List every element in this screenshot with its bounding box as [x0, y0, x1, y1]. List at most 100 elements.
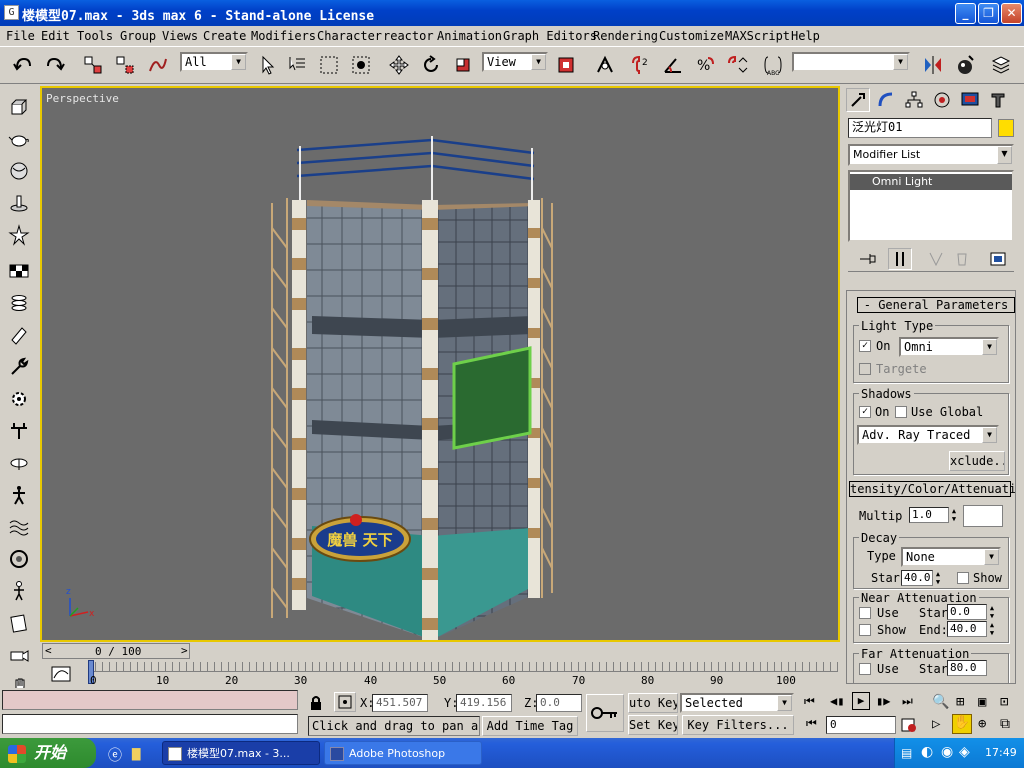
go-to-start-icon[interactable]: ⏮: [804, 694, 815, 709]
use-global-checkbox[interactable]: [895, 406, 907, 418]
rollout-scroll-area[interactable]: - General Parameters Light Type ✓ On Omn…: [846, 290, 1016, 684]
time-slider[interactable]: < 0 / 100 >: [42, 643, 190, 659]
stack-item-omni-light[interactable]: Omni Light: [850, 174, 1012, 190]
character-icon[interactable]: [6, 578, 32, 604]
teapot-icon[interactable]: [6, 126, 32, 152]
arc-rotate-icon[interactable]: ⊕: [978, 716, 986, 732]
select-by-name-icon[interactable]: [284, 52, 310, 78]
tube-icon[interactable]: [6, 322, 32, 348]
clock[interactable]: 17:49: [985, 746, 1017, 759]
play-icon[interactable]: ▶: [852, 692, 870, 710]
key-filters-button[interactable]: Key Filters...: [682, 715, 794, 735]
track-bar[interactable]: 0 10 20 30 40 50 60 70 80 90 100: [40, 660, 840, 688]
decay-show-checkbox[interactable]: [957, 572, 969, 584]
menu-character[interactable]: Character: [317, 29, 382, 43]
far-use-checkbox[interactable]: [859, 663, 871, 675]
pin-icon[interactable]: [6, 418, 32, 444]
keyboard-icon[interactable]: ▤: [901, 746, 912, 760]
unlink-selection-icon[interactable]: [112, 52, 138, 78]
quick-launch-ie-icon[interactable]: ⓔ: [108, 745, 124, 764]
near-end-spinner[interactable]: ▲ ▼: [987, 621, 997, 637]
move-icon[interactable]: [386, 52, 412, 78]
go-to-end-icon[interactable]: ⏭: [902, 694, 913, 709]
object-name-field[interactable]: 泛光灯01: [848, 118, 992, 138]
motion-tab-icon[interactable]: [930, 88, 954, 112]
mirror-icon[interactable]: [920, 52, 946, 78]
light-type-dropdown[interactable]: Omni ▼: [899, 337, 999, 357]
set-key-button[interactable]: Set Key: [628, 715, 678, 735]
pivot-center-icon[interactable]: [553, 52, 579, 78]
snap-toggle-icon[interactable]: 2: [628, 52, 654, 78]
exclude-button[interactable]: xclude...: [949, 451, 1005, 471]
checker-map-icon[interactable]: [6, 258, 32, 284]
selection-filter-dropdown[interactable]: All ▼: [180, 52, 248, 72]
angle-snap-icon[interactable]: [660, 52, 686, 78]
box-primitive-icon[interactable]: [6, 94, 32, 120]
targeted-checkbox[interactable]: [859, 363, 871, 375]
absolute-mode-icon[interactable]: [334, 692, 356, 712]
rectangular-selection-icon[interactable]: [316, 52, 342, 78]
track-ruler[interactable]: [88, 662, 838, 672]
sphere-icon[interactable]: [6, 158, 32, 184]
time-slider-next[interactable]: >: [181, 644, 188, 657]
perspective-viewport[interactable]: Perspective 魔兽 天下 z x: [40, 86, 840, 642]
menu-animation[interactable]: Animation: [437, 29, 502, 43]
manipulate-icon[interactable]: [592, 52, 618, 78]
menu-group[interactable]: Group: [120, 29, 156, 43]
taskbar-3dsmax[interactable]: 楼模型07.max - 3...: [162, 741, 320, 765]
light-icon[interactable]: [6, 190, 32, 216]
modify-tab-icon[interactable]: [874, 88, 898, 112]
multiplier-spinner[interactable]: ▲ ▼: [949, 507, 959, 523]
general-parameters-rollout[interactable]: - General Parameters: [857, 297, 1015, 313]
menu-tools[interactable]: Tools: [77, 29, 113, 43]
zoom-extents-all-icon[interactable]: ⊡: [1000, 694, 1008, 710]
auto-key-button[interactable]: uto Key: [628, 693, 678, 713]
quick-launch-folder-icon[interactable]: ▆: [132, 745, 148, 761]
object-color-swatch[interactable]: [998, 119, 1014, 137]
select-object-icon[interactable]: [254, 52, 280, 78]
y-coord-field[interactable]: 419.156: [456, 694, 512, 712]
scale-icon[interactable]: [450, 52, 476, 78]
current-frame-field[interactable]: 0: [826, 716, 896, 734]
wrench-icon[interactable]: [6, 354, 32, 380]
create-tab-icon[interactable]: [846, 88, 870, 112]
configure-modifier-sets-icon[interactable]: [988, 250, 1008, 268]
network-icon[interactable]: ◐: [921, 744, 933, 760]
light-on-checkbox[interactable]: ✓: [859, 340, 871, 352]
maximize-button[interactable]: ❐: [978, 3, 999, 24]
remove-modifier-icon[interactable]: [952, 250, 972, 268]
x-coord-field[interactable]: 451.507: [372, 694, 428, 712]
menu-create[interactable]: Create: [203, 29, 246, 43]
redo-icon[interactable]: [42, 52, 68, 78]
undo-icon[interactable]: [10, 52, 36, 78]
menu-file[interactable]: File: [6, 29, 35, 43]
zoom-extents-icon[interactable]: ▣: [978, 694, 986, 710]
near-use-checkbox[interactable]: [859, 607, 871, 619]
utilities-tab-icon[interactable]: [986, 88, 1010, 112]
minimize-button[interactable]: _: [955, 3, 976, 24]
render-icon[interactable]: [6, 610, 32, 636]
pin-stack-icon[interactable]: [858, 250, 878, 268]
previous-frame-icon[interactable]: ◀▮: [830, 694, 844, 708]
key-selection-dropdown[interactable]: Selected ▼: [680, 693, 794, 713]
next-frame-icon[interactable]: ▮▶: [876, 694, 890, 708]
time-config-icon[interactable]: [900, 716, 918, 734]
menu-help[interactable]: Help: [791, 29, 820, 43]
select-and-link-icon[interactable]: [80, 52, 106, 78]
modifier-list-dropdown[interactable]: Modifier List ▼: [848, 144, 1014, 166]
menu-modifiers[interactable]: Modifiers: [251, 29, 316, 43]
add-time-tag-button[interactable]: Add Time Tag: [482, 716, 578, 736]
menu-graph-editors[interactable]: Graph Editors: [503, 29, 597, 43]
layers-icon[interactable]: [988, 52, 1014, 78]
set-key-icon[interactable]: [586, 694, 624, 732]
curve-editor-icon[interactable]: [50, 664, 72, 684]
window-crossing-icon[interactable]: [348, 52, 374, 78]
zoom-icon[interactable]: 🔍: [932, 694, 949, 710]
z-coord-field[interactable]: 0.0: [536, 694, 582, 712]
named-selection-dropdown[interactable]: ▼: [792, 52, 910, 72]
near-start-spinner[interactable]: ▲ ▼: [987, 604, 997, 620]
gear-icon[interactable]: [6, 386, 32, 412]
biped-icon[interactable]: [6, 482, 32, 508]
lock-selection-icon[interactable]: [306, 694, 326, 712]
spinner-snap-icon[interactable]: [724, 52, 750, 78]
